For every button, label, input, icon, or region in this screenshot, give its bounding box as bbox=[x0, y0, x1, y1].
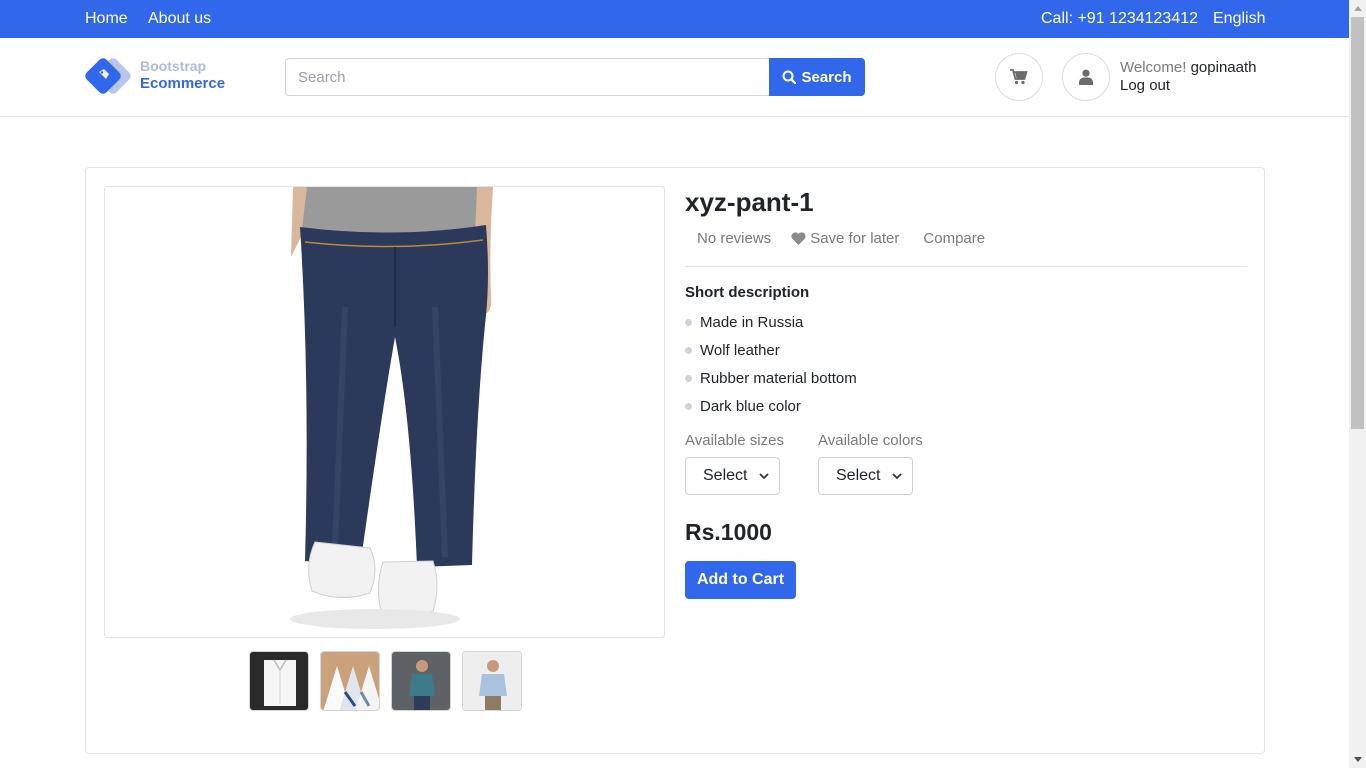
page-scrollbar[interactable] bbox=[1349, 0, 1366, 768]
feature-item: Rubber material bottom bbox=[685, 364, 857, 392]
shirts-on-hangers-image bbox=[321, 652, 379, 710]
product-meta: No reviews Save for later Compare bbox=[697, 230, 985, 247]
color-select[interactable]: Select bbox=[818, 457, 913, 495]
top-bar: Home About us Call: +91 1234123412 Engli… bbox=[0, 0, 1349, 38]
thumbnail-1[interactable] bbox=[249, 651, 309, 711]
scroll-down-icon[interactable] bbox=[1349, 751, 1366, 768]
size-select-value: Select bbox=[703, 467, 748, 484]
product-price: Rs.1000 bbox=[685, 519, 772, 545]
chevron-down-icon bbox=[892, 472, 902, 479]
thumbnail-3[interactable] bbox=[391, 651, 451, 711]
color-select-value: Select bbox=[836, 467, 881, 484]
user-icon bbox=[1079, 69, 1093, 85]
heart-icon bbox=[791, 232, 806, 245]
scrollbar-thumb[interactable] bbox=[1351, 17, 1364, 429]
brand-logo[interactable]: Bootstrap Ecommerce bbox=[85, 56, 245, 98]
language-link[interactable]: English bbox=[1213, 10, 1265, 28]
feature-item: Made in Russia bbox=[685, 308, 857, 336]
size-select[interactable]: Select bbox=[685, 457, 780, 495]
product-main-image[interactable] bbox=[104, 186, 665, 638]
logo-icon bbox=[85, 58, 131, 94]
compare-link[interactable]: Compare bbox=[923, 230, 985, 247]
colors-label: Available colors bbox=[818, 432, 923, 449]
shopping-cart-icon bbox=[1010, 69, 1028, 85]
bullet-icon bbox=[685, 374, 692, 382]
man-blue-shirt-image bbox=[463, 652, 521, 710]
save-for-later-label: Save for later bbox=[810, 230, 900, 247]
thumbnail-2[interactable] bbox=[320, 651, 380, 711]
username: gopinaath bbox=[1190, 59, 1257, 76]
bullet-icon bbox=[685, 318, 692, 326]
save-for-later-link[interactable]: Save for later bbox=[791, 230, 899, 247]
search-icon bbox=[782, 70, 797, 84]
bullet-icon bbox=[685, 402, 692, 410]
sizes-label: Available sizes bbox=[685, 432, 784, 449]
search-button-label: Search bbox=[801, 68, 852, 86]
divider bbox=[685, 266, 1247, 267]
feature-item: Wolf leather bbox=[685, 336, 857, 364]
man-checked-shirt-image bbox=[392, 652, 450, 710]
account-button[interactable] bbox=[1062, 53, 1110, 101]
welcome-text: Welcome! gopinaath bbox=[1120, 59, 1257, 77]
nav-home-link[interactable]: Home bbox=[85, 10, 128, 28]
feature-item: Dark blue color bbox=[685, 392, 857, 420]
feature-text: Dark blue color bbox=[700, 397, 801, 415]
logout-link[interactable]: Log out bbox=[1120, 77, 1170, 94]
feature-text: Wolf leather bbox=[700, 341, 780, 359]
logo-line1: Bootstrap bbox=[140, 58, 207, 74]
logo-line2: Ecommerce bbox=[140, 75, 226, 92]
feature-text: Made in Russia bbox=[700, 313, 804, 331]
scroll-up-icon[interactable] bbox=[1349, 0, 1366, 17]
feature-list: Made in Russia Wolf leather Rubber mater… bbox=[685, 308, 857, 420]
welcome-prefix: Welcome! bbox=[1120, 59, 1187, 76]
call-link[interactable]: Call: +91 1234123412 bbox=[1041, 10, 1198, 28]
cart-button[interactable] bbox=[995, 53, 1043, 101]
site-header: Bootstrap Ecommerce Search Welcome! gopi… bbox=[0, 38, 1349, 117]
search-input[interactable] bbox=[285, 58, 770, 96]
thumbnail-list bbox=[249, 651, 522, 711]
search-button[interactable]: Search bbox=[769, 58, 865, 96]
jeans-image bbox=[290, 187, 493, 629]
reviews-link[interactable]: No reviews bbox=[697, 230, 771, 247]
chevron-down-icon bbox=[759, 472, 769, 479]
add-to-cart-button[interactable]: Add to Cart bbox=[685, 561, 796, 599]
feature-text: Rubber material bottom bbox=[700, 369, 857, 387]
product-card: xyz-pant-1 No reviews Save for later Com… bbox=[85, 167, 1265, 754]
bullet-icon bbox=[685, 346, 692, 354]
short-description-heading: Short description bbox=[685, 284, 810, 301]
shirt-folded-image bbox=[250, 652, 308, 710]
thumbnail-4[interactable] bbox=[462, 651, 522, 711]
nav-about-link[interactable]: About us bbox=[148, 10, 211, 28]
product-title: xyz-pant-1 bbox=[685, 187, 814, 217]
